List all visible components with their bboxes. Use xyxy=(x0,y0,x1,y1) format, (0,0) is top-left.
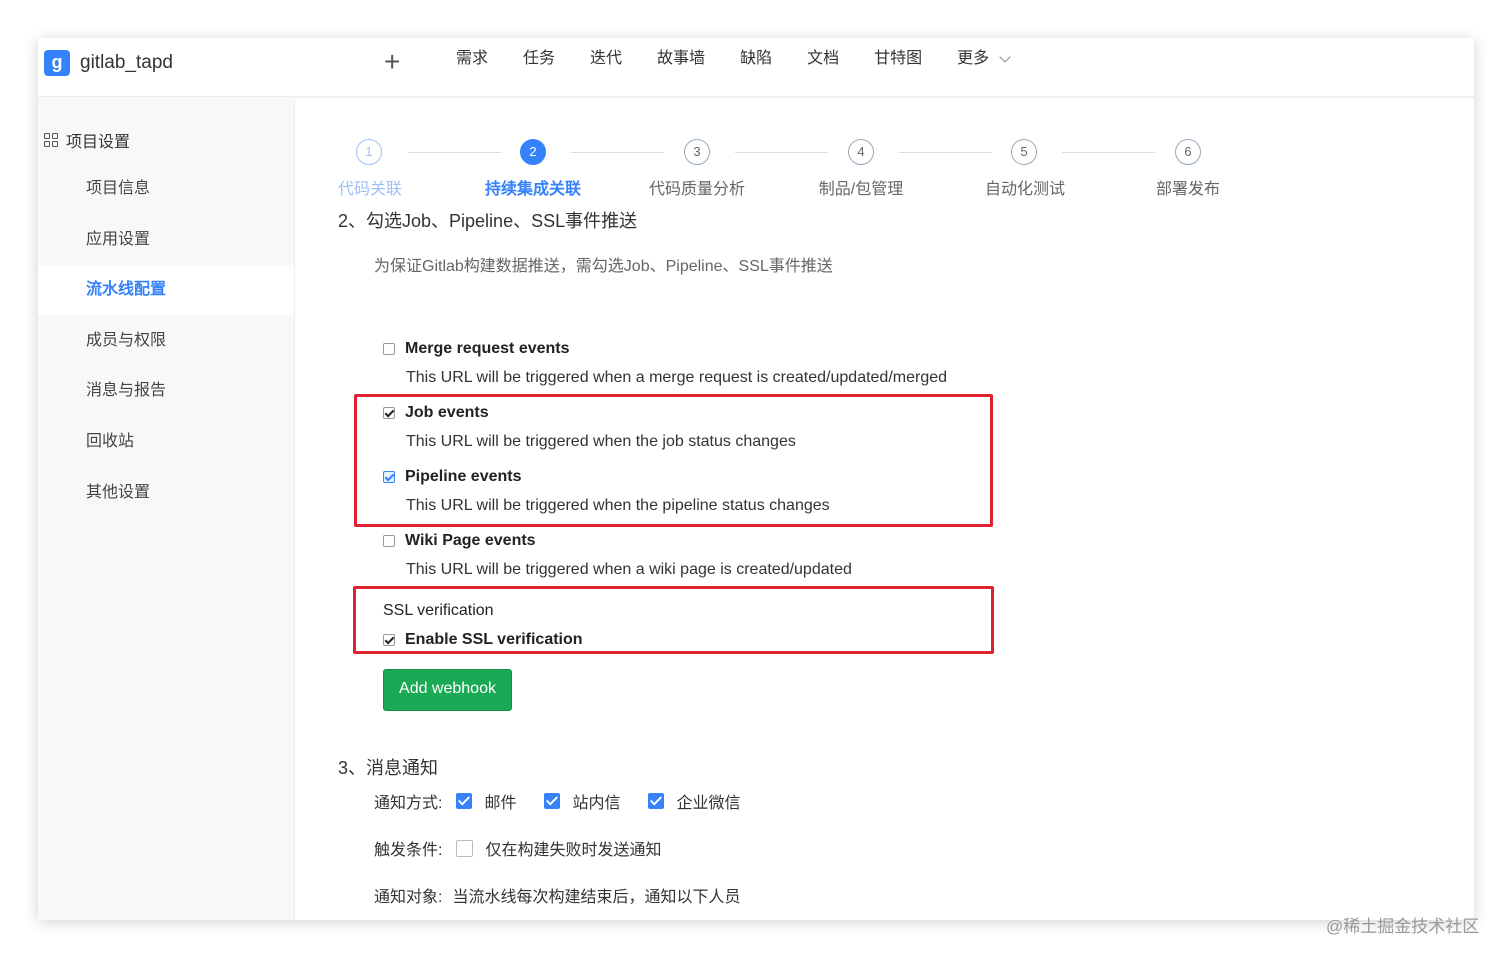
merge-request-desc: This URL will be triggered when a merge … xyxy=(406,369,948,386)
nav-docs[interactable]: 文档 xyxy=(807,48,839,70)
step-1-label[interactable]: 代码关联 xyxy=(338,175,402,199)
app-window: g gitlab_tapd + 需求 任务 迭代 故事墙 缺陷 文档 甘特图 更… xyxy=(38,38,1474,920)
target-row: 通知对象: 当流水线每次构建结束后，通知以下人员 xyxy=(374,883,740,907)
step-4-circle[interactable]: 4 xyxy=(848,139,874,165)
step-2-circle[interactable]: 2 xyxy=(520,139,546,165)
notify-method-row: 通知方式: 邮件 站内信 企业微信 xyxy=(374,789,769,813)
step-connector xyxy=(1062,152,1155,153)
step-6-circle[interactable]: 6 xyxy=(1175,139,1201,165)
target-text: 当流水线每次构建结束后，通知以下人员 xyxy=(452,889,741,906)
step-3-label[interactable]: 代码质量分析 xyxy=(649,175,745,199)
add-webhook-button[interactable]: Add webhook xyxy=(383,669,512,711)
sidebar-item-project-info[interactable]: 项目信息 xyxy=(38,164,294,214)
step-connector xyxy=(408,152,501,153)
trigger-label: 触发条件: xyxy=(374,842,443,859)
add-button[interactable]: + xyxy=(384,46,400,78)
wiki-page-event[interactable]: Wiki Page events xyxy=(383,532,536,550)
nav-bug[interactable]: 缺陷 xyxy=(740,48,772,70)
trigger-option-label: 仅在构建失败时发送通知 xyxy=(485,842,662,859)
method-inbox-label: 站内信 xyxy=(572,795,621,812)
wiki-page-title: Wiki Page events xyxy=(405,532,536,549)
step-4-label[interactable]: 制品/包管理 xyxy=(819,175,903,199)
top-nav: 需求 任务 迭代 故事墙 缺陷 文档 甘特图 更多 xyxy=(456,48,1044,70)
highlight-box-ssl xyxy=(353,586,994,654)
sidebar-section-title: 项目设置 xyxy=(66,134,131,151)
watermark: @稀土掘金技术社区 xyxy=(1326,917,1480,936)
method-email-label: 邮件 xyxy=(484,795,517,812)
section-2-title: 2、勾选Job、Pipeline、SSL事件推送 xyxy=(338,211,638,231)
top-bar: g gitlab_tapd + 需求 任务 迭代 故事墙 缺陷 文档 甘特图 更… xyxy=(38,38,1474,97)
step-connector xyxy=(571,152,664,153)
section-3-title: 3、消息通知 xyxy=(338,758,439,778)
grid-icon xyxy=(44,133,58,147)
checkbox-checked-icon[interactable] xyxy=(544,793,561,809)
method-inbox[interactable]: 站内信 xyxy=(544,789,620,813)
trigger-row: 触发条件: 仅在构建失败时发送通知 xyxy=(374,836,689,860)
section-2-hint: 为保证Gitlab构建数据推送，需勾选Job、Pipeline、SSL事件推送 xyxy=(374,258,833,275)
wiki-page-checkbox[interactable] xyxy=(383,535,395,547)
step-connector xyxy=(899,152,992,153)
merge-request-event[interactable]: Merge request events xyxy=(383,340,570,358)
method-email[interactable]: 邮件 xyxy=(456,789,516,813)
nav-gantt[interactable]: 甘特图 xyxy=(874,48,922,70)
trigger-option[interactable]: 仅在构建失败时发送通知 xyxy=(456,836,661,860)
sidebar-item-recycle-bin[interactable]: 回收站 xyxy=(38,417,294,467)
sidebar-item-app-settings[interactable]: 应用设置 xyxy=(38,215,294,265)
stepper: 1 2 3 4 5 6 代码关联 持续集成关联 代码质量分析 制品/包管理 自动… xyxy=(295,97,1474,217)
highlight-box-events xyxy=(354,394,993,527)
sidebar-section-header: 项目设置 xyxy=(44,128,130,152)
sidebar: 项目设置 项目信息 应用设置 流水线配置 成员与权限 消息与报告 回收站 其他设… xyxy=(38,97,295,920)
sidebar-item-members[interactable]: 成员与权限 xyxy=(38,316,294,366)
nav-more-label: 更多 xyxy=(957,50,990,67)
sidebar-item-other[interactable]: 其他设置 xyxy=(38,468,294,518)
gitlab-logo-icon: g xyxy=(44,50,70,76)
nav-story[interactable]: 需求 xyxy=(456,48,488,70)
step-1-circle[interactable]: 1 xyxy=(356,139,382,165)
step-5-circle[interactable]: 5 xyxy=(1011,139,1037,165)
step-3-circle[interactable]: 3 xyxy=(684,139,710,165)
merge-request-title: Merge request events xyxy=(405,340,570,357)
checkbox-checked-icon[interactable] xyxy=(648,793,665,809)
nav-story-wall[interactable]: 故事墙 xyxy=(657,48,705,70)
method-wecom[interactable]: 企业微信 xyxy=(648,789,741,813)
step-2-label[interactable]: 持续集成关联 xyxy=(485,175,581,199)
nav-more[interactable]: 更多 xyxy=(957,48,1011,70)
step-6-label[interactable]: 部署发布 xyxy=(1156,175,1220,199)
main-content: 1 2 3 4 5 6 代码关联 持续集成关联 代码质量分析 制品/包管理 自动… xyxy=(295,97,1474,920)
step-connector xyxy=(735,152,828,153)
sidebar-item-pipeline-config[interactable]: 流水线配置 xyxy=(38,265,294,315)
step-5-label[interactable]: 自动化测试 xyxy=(985,175,1065,199)
merge-request-checkbox[interactable] xyxy=(383,343,395,355)
checkbox-empty-icon[interactable] xyxy=(456,839,474,857)
method-wecom-label: 企业微信 xyxy=(676,795,741,812)
project-name[interactable]: gitlab_tapd xyxy=(80,52,173,74)
sidebar-item-messages[interactable]: 消息与报告 xyxy=(38,366,294,416)
chevron-down-icon xyxy=(999,51,1011,63)
notify-method-label: 通知方式: xyxy=(374,795,443,812)
target-label: 通知对象: xyxy=(374,889,443,906)
nav-iteration[interactable]: 迭代 xyxy=(590,48,622,70)
nav-task[interactable]: 任务 xyxy=(523,48,555,70)
checkbox-checked-icon[interactable] xyxy=(456,793,473,809)
wiki-page-desc: This URL will be triggered when a wiki p… xyxy=(406,561,852,578)
